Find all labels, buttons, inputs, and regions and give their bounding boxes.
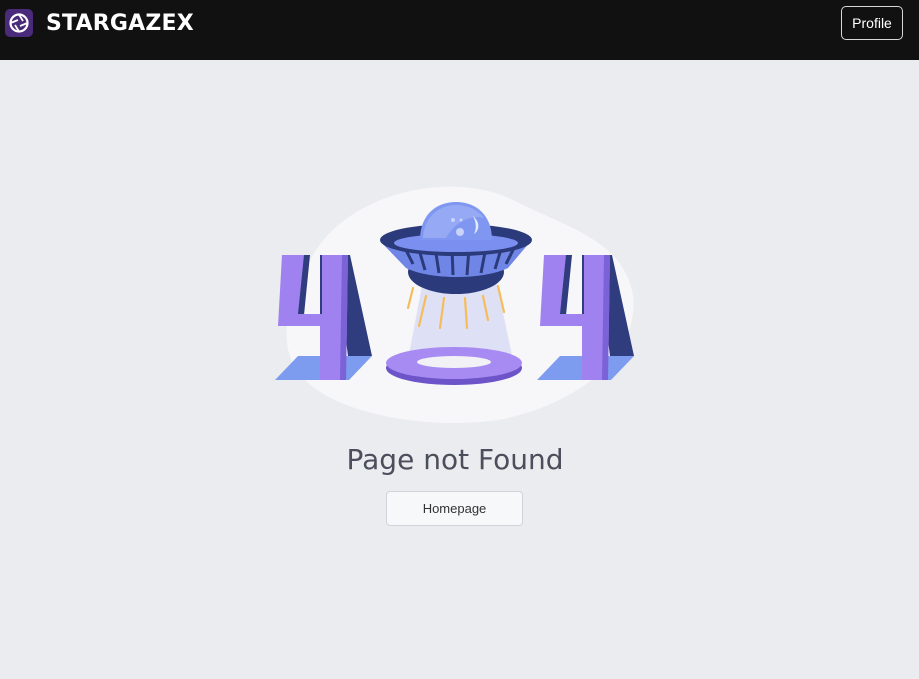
landing-ring xyxy=(386,347,522,385)
aperture-logo-icon xyxy=(5,9,33,37)
brand-name: STARGAZEX xyxy=(46,10,194,36)
page-title: Page not Found xyxy=(346,443,564,476)
ufo-404-illustration xyxy=(275,186,634,423)
homepage-button[interactable]: Homepage xyxy=(386,491,523,526)
top-navbar: STARGAZEX Profile xyxy=(0,0,919,60)
profile-button[interactable]: Profile xyxy=(841,6,903,40)
brand[interactable]: STARGAZEX xyxy=(5,9,194,37)
